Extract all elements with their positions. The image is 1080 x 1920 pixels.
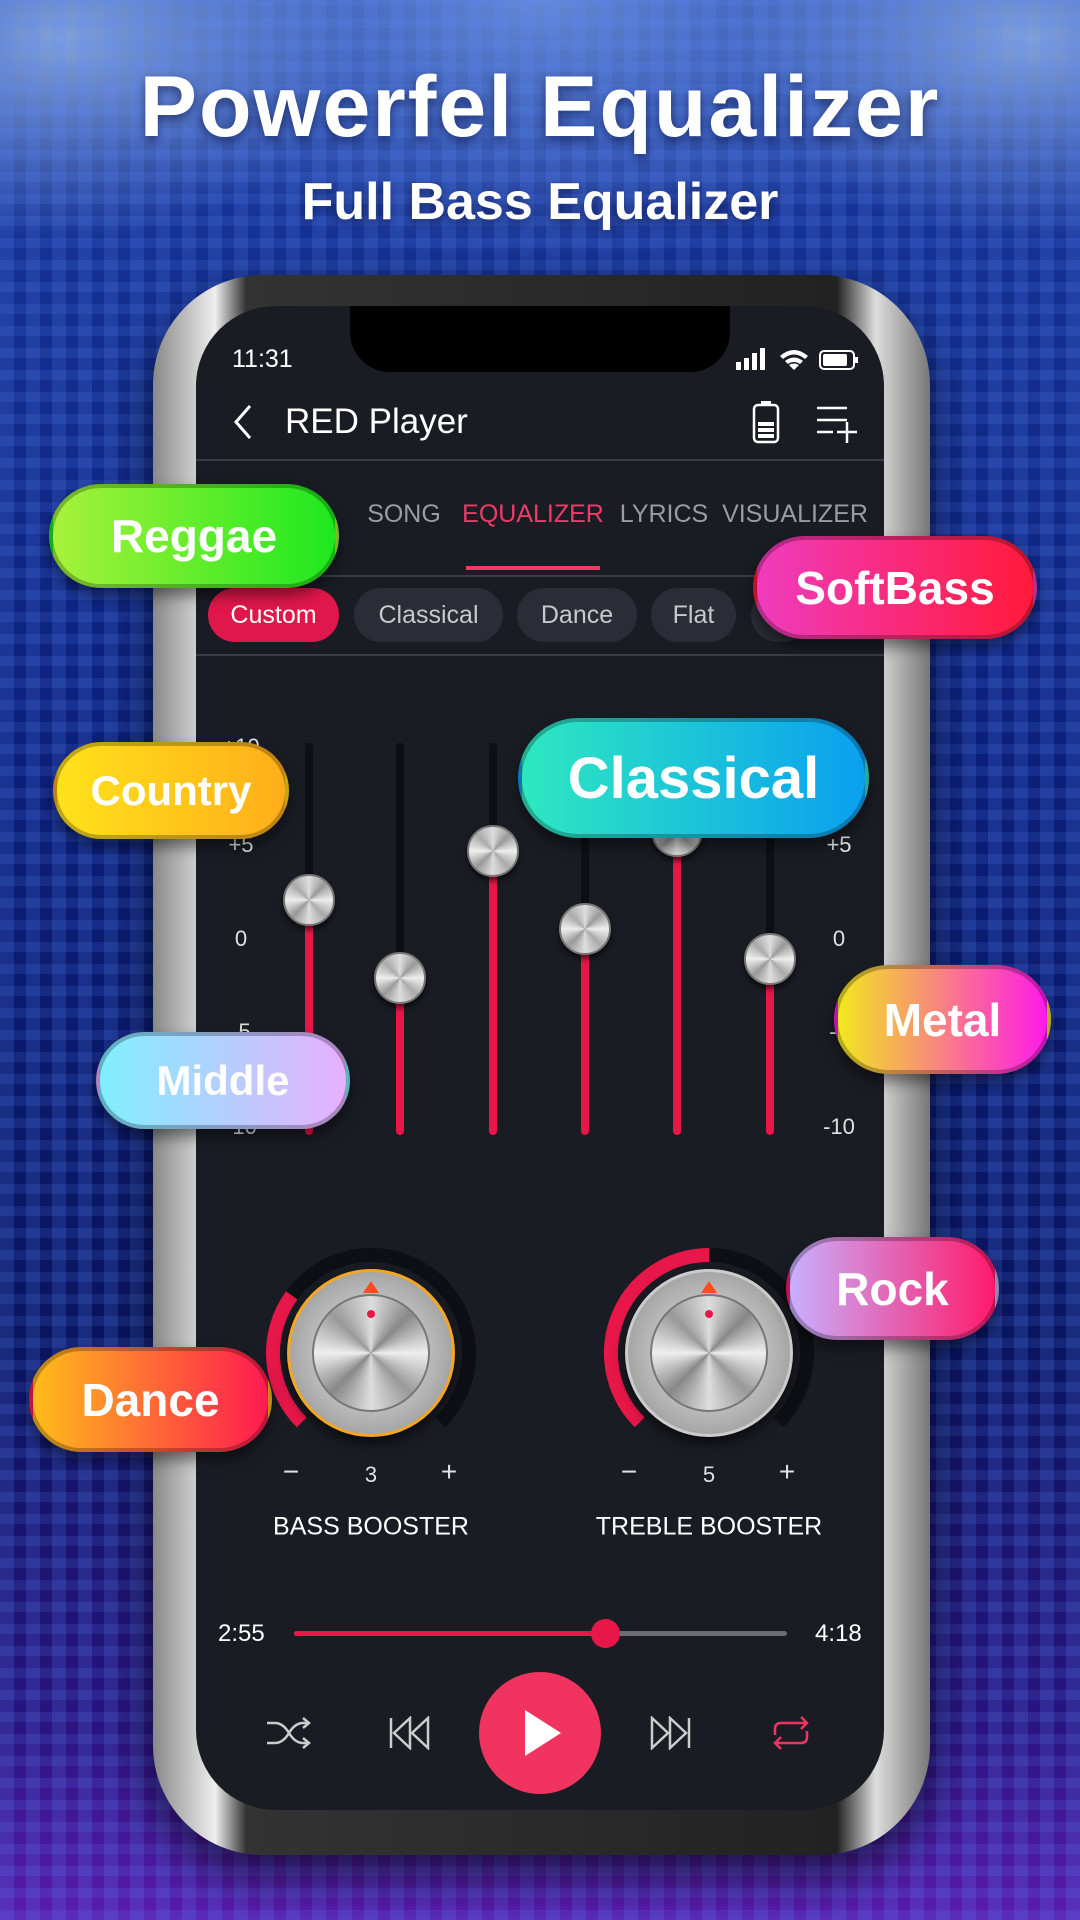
eq-band-slider[interactable] <box>396 743 404 1135</box>
booster-ring <box>604 1248 814 1428</box>
previous-icon[interactable] <box>388 1716 432 1750</box>
preset-flat[interactable]: Flat <box>651 588 736 642</box>
booster-minus-button[interactable]: − <box>621 1456 637 1488</box>
progress-fill <box>294 1631 605 1636</box>
status-icons <box>736 348 858 370</box>
tab-song[interactable]: SONG <box>367 500 441 529</box>
scale-label-right: 0 <box>832 926 846 951</box>
status-time: 11:31 <box>232 345 293 373</box>
booster-value: 3 <box>364 1462 378 1487</box>
booster-minus-button[interactable]: − <box>283 1456 299 1488</box>
knob-pointer-icon <box>363 1281 379 1293</box>
booster-value: 5 <box>702 1462 716 1487</box>
divider <box>196 654 884 656</box>
booster-knob[interactable] <box>625 1269 793 1437</box>
scale-label-right: -10 <box>823 1114 855 1139</box>
tab-equalizer[interactable]: EQUALIZER <box>462 500 604 529</box>
shuffle-icon[interactable] <box>265 1715 311 1751</box>
tab-underline <box>466 566 600 570</box>
progress-bar[interactable] <box>294 1619 787 1648</box>
scale-label-left: 0 <box>234 926 248 951</box>
eq-band-thumb[interactable] <box>559 903 611 956</box>
eq-band-thumb[interactable] <box>467 824 519 877</box>
divider <box>196 459 884 461</box>
preset-badge-softbass: SoftBass <box>753 536 1037 639</box>
preset-badge-metal: Metal <box>834 965 1051 1074</box>
header-title: RED Player <box>285 402 468 441</box>
back-icon[interactable] <box>232 404 254 440</box>
preset-dance[interactable]: Dance <box>517 588 637 642</box>
total-time: 4:18 <box>815 1620 862 1647</box>
booster-label: BASS BOOSTER <box>273 1512 469 1541</box>
phone-notch <box>350 306 730 372</box>
elapsed-time: 2:55 <box>218 1620 265 1647</box>
tab-visualizer[interactable]: VISUALIZER <box>722 500 868 529</box>
eq-band-thumb[interactable] <box>374 952 426 1005</box>
promo-title: Powerfel Equalizer <box>139 59 941 155</box>
eq-band-fill <box>581 929 589 1135</box>
eq-band-fill <box>673 831 681 1135</box>
preset-badge-reggae: Reggae <box>49 484 339 588</box>
preset-badge-rock: Rock <box>786 1237 999 1340</box>
next-icon[interactable] <box>648 1716 692 1750</box>
preset-badge-dance: Dance <box>29 1347 272 1452</box>
battery-icon[interactable] <box>752 400 780 444</box>
play-icon <box>525 1710 561 1756</box>
eq-band-slider[interactable] <box>489 743 497 1135</box>
repeat-icon[interactable] <box>769 1715 813 1751</box>
booster-label: TREBLE BOOSTER <box>595 1512 823 1541</box>
scale-label-right: +5 <box>826 832 852 857</box>
booster-knob[interactable] <box>287 1269 455 1437</box>
preset-badge-country: Country <box>53 742 289 839</box>
eq-band-thumb[interactable] <box>283 873 335 926</box>
preset-custom[interactable]: Custom <box>208 588 339 642</box>
eq-band-fill <box>489 850 497 1135</box>
tab-lyrics[interactable]: LYRICS <box>620 500 708 529</box>
progress-thumb[interactable] <box>590 1619 620 1648</box>
eq-band-thumb[interactable] <box>744 932 796 985</box>
preset-classical[interactable]: Classical <box>354 588 503 642</box>
booster-plus-button[interactable]: + <box>441 1456 457 1488</box>
preset-badge-middle: Middle <box>96 1032 350 1129</box>
preset-badge-classical: Classical <box>518 718 869 838</box>
play-button[interactable] <box>479 1672 601 1794</box>
eq-band-fill <box>766 958 774 1135</box>
playlist-add-icon[interactable] <box>815 405 859 445</box>
knob-pointer-icon <box>701 1281 717 1293</box>
promo-subtitle: Full Bass Equalizer <box>301 173 779 231</box>
booster-plus-button[interactable]: + <box>779 1456 795 1488</box>
